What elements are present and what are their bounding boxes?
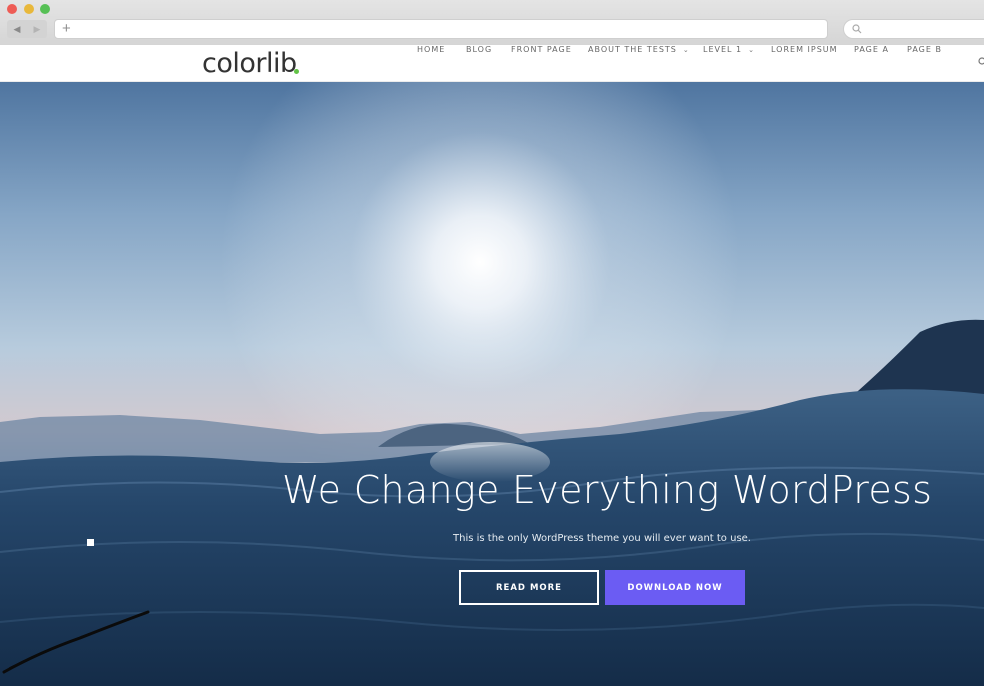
hero-section: We Change Everything WordPress This is t… bbox=[0, 82, 984, 686]
site-logo[interactable]: colorlib bbox=[202, 48, 297, 80]
browser-chrome: ◀ ▶ + bbox=[0, 0, 984, 45]
minimize-window-button[interactable] bbox=[24, 4, 34, 14]
menu-item-page-b[interactable]: PAGE B bbox=[907, 45, 942, 54]
menu-item-about-the-tests[interactable]: ABOUT THE TESTS ⌄ bbox=[588, 45, 690, 54]
header-search-icon[interactable] bbox=[978, 57, 984, 67]
menu-label: HOME bbox=[417, 45, 446, 54]
menu-item-page-a[interactable]: PAGE A bbox=[854, 45, 889, 54]
download-now-button[interactable]: DOWNLOAD NOW bbox=[605, 570, 745, 605]
close-window-button[interactable] bbox=[7, 4, 17, 14]
new-tab-icon[interactable]: + bbox=[62, 20, 71, 38]
menu-label: PAGE A bbox=[854, 45, 889, 54]
menu-item-level-1[interactable]: LEVEL 1 ⌄ bbox=[703, 45, 755, 54]
maximize-window-button[interactable] bbox=[40, 4, 50, 14]
site-header: colorlib HOME BLOG FRONT PAGE ABOUT THE … bbox=[0, 45, 984, 82]
menu-item-lorem-ipsum[interactable]: LOREM IPSUM bbox=[771, 45, 838, 54]
forward-button[interactable]: ▶ bbox=[27, 20, 47, 38]
hero-title: We Change Everything WordPress bbox=[282, 468, 933, 512]
menu-label: ABOUT THE TESTS bbox=[588, 45, 677, 54]
menu-label: FRONT PAGE bbox=[511, 45, 572, 54]
address-bar[interactable]: + bbox=[54, 19, 828, 39]
menu-item-front-page[interactable]: FRONT PAGE bbox=[511, 45, 572, 54]
search-icon bbox=[852, 24, 862, 34]
chevron-down-icon: ⌄ bbox=[682, 46, 690, 54]
read-more-button[interactable]: READ MORE bbox=[459, 570, 599, 605]
back-button[interactable]: ◀ bbox=[7, 20, 27, 38]
logo-dot bbox=[294, 69, 299, 74]
menu-item-home[interactable]: HOME bbox=[417, 45, 445, 54]
menu-label: BLOG bbox=[466, 45, 493, 54]
square-marker bbox=[87, 539, 94, 546]
menu-item-blog[interactable]: BLOG bbox=[466, 45, 492, 54]
browser-search-input[interactable] bbox=[843, 19, 984, 39]
chevron-down-icon: ⌄ bbox=[748, 46, 756, 54]
menu-label: LEVEL 1 bbox=[703, 45, 743, 54]
menu-label: PAGE B bbox=[907, 45, 942, 54]
menu-label: LOREM IPSUM bbox=[771, 45, 838, 54]
hero-subtitle: This is the only WordPress theme you wil… bbox=[453, 533, 751, 544]
history-nav: ◀ ▶ bbox=[7, 20, 47, 38]
